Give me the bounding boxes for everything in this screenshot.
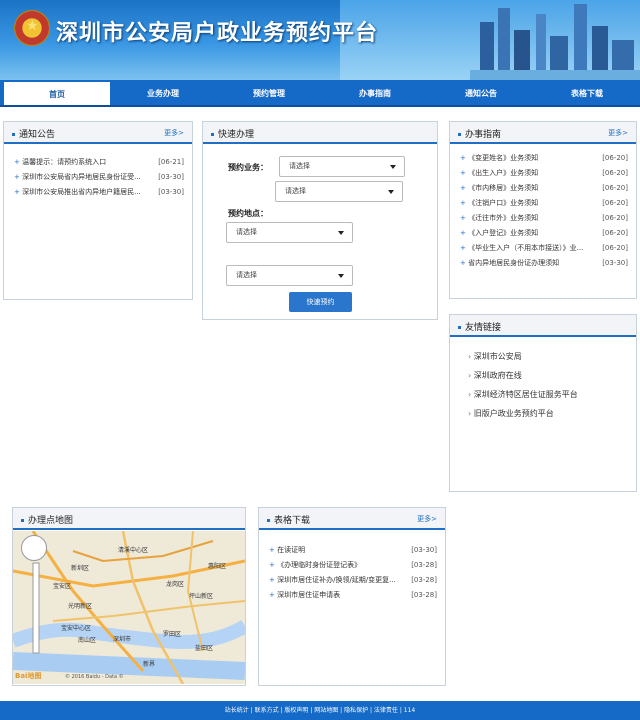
nav-business[interactable]: 业务办理 — [110, 80, 216, 105]
map-label: 盐田区 — [195, 645, 214, 652]
map-label: 罗田区 — [163, 631, 182, 638]
nav-guide[interactable]: 办事指南 — [322, 80, 428, 105]
map-label: 坪山新区 — [189, 593, 214, 600]
city-skyline-image — [470, 4, 640, 80]
place-label: 预约地点： — [228, 209, 268, 218]
main-nav: 首页 业务办理 预约管理 办事指南 通知公告 表格下载 — [0, 80, 640, 107]
chevron-down-icon — [388, 190, 394, 194]
nav-home[interactable]: 首页 — [4, 82, 110, 105]
list-item[interactable]: 温馨提示：请预约系统入口[06-21] — [14, 154, 184, 169]
map-label: 惠阳区 — [208, 563, 227, 570]
nav-notice[interactable]: 通知公告 — [428, 80, 534, 105]
download-panel: 表格下载 更多> 在读证明[03-30] 《办理临时身份证登记表》[03-28]… — [258, 507, 446, 686]
friend-link[interactable]: 深圳经济特区居住证服务平台 — [468, 385, 636, 404]
quick-submit-button[interactable]: 快速预约 — [289, 292, 352, 312]
download-panel-header: 表格下载 更多> — [259, 508, 445, 530]
police-emblem-icon — [14, 10, 50, 46]
list-item[interactable]: 深圳市居住证补办/换领/延期/变更复...[03-28] — [269, 572, 437, 587]
map-label: 新界 — [143, 661, 156, 668]
footer-links[interactable]: 站长统计 | 联系方式 | 版权声明 | 网站地图 | 隐私保护 | 法律责任 … — [225, 707, 415, 714]
map-panel-header: 办理点地图 — [13, 508, 245, 530]
map-pan-control[interactable] — [21, 535, 47, 561]
baidu-logo: Bai地图 — [15, 672, 42, 680]
list-item[interactable]: 深圳市居住证申请表[03-28] — [269, 587, 437, 602]
quick-panel-header: 快速办理 — [203, 122, 437, 144]
list-item[interactable]: 《迁往市外》业务须知[06-20] — [460, 210, 628, 225]
business-label: 预约业务： — [228, 163, 268, 172]
notice-more-link[interactable]: 更多> — [164, 128, 184, 138]
list-item[interactable]: 《市内移居》业务须知[06-20] — [460, 180, 628, 195]
list-item[interactable]: 省内异地居民身份证办理须知[03-30] — [460, 255, 628, 270]
list-item[interactable]: 《入户登记》业务须知[06-20] — [460, 225, 628, 240]
nav-appointment[interactable]: 预约管理 — [216, 80, 322, 105]
map-label: 深圳市 — [113, 636, 132, 643]
map-label: 宝安区 — [53, 583, 72, 590]
notice-panel-header: 通知公告 更多> — [4, 122, 192, 144]
map-copyright: © 2016 Baidu - Data © — [65, 674, 124, 680]
download-list: 在读证明[03-30] 《办理临时身份证登记表》[03-28] 深圳市居住证补办… — [259, 530, 445, 602]
list-item[interactable]: 深圳市公安局推出省内异地户籍居民...[03-30] — [14, 184, 184, 199]
list-item[interactable]: 在读证明[03-30] — [269, 542, 437, 557]
place-subselect[interactable]: 请选择 — [226, 265, 353, 286]
friend-link[interactable]: 深圳政府在线 — [468, 366, 636, 385]
site-title: 深圳市公安局户政业务预约平台 — [56, 20, 379, 46]
download-title: 表格下载 — [267, 513, 310, 526]
site-header: 深圳市公安局户政业务预约平台 — [0, 0, 640, 80]
friend-link[interactable]: 旧版户政业务预约平台 — [468, 404, 636, 423]
list-item[interactable]: 《注销户口》业务须知[06-20] — [460, 195, 628, 210]
list-item[interactable]: 《变更姓名》业务须知[06-20] — [460, 150, 628, 165]
guide-panel: 办事指南 更多> 《变更姓名》业务须知[06-20] 《出生入户》业务须知[06… — [449, 121, 637, 299]
friends-panel-header: 友情链接 — [450, 315, 636, 337]
list-item[interactable]: 《毕业生入户（不用本市接送）》业...[06-20] — [460, 240, 628, 255]
place-select[interactable]: 请选择 — [226, 222, 353, 243]
office-map[interactable]: 清溪中心区 新圳区 宝安区 龙岗区 坪山新区 光明新区 宝安中心区 南山区 深圳… — [13, 531, 245, 684]
business-select[interactable]: 请选择 — [279, 156, 405, 177]
chevron-down-icon — [338, 231, 344, 235]
list-item[interactable]: 《出生入户》业务须知[06-20] — [460, 165, 628, 180]
guide-panel-header: 办事指南 更多> — [450, 122, 636, 144]
friend-link[interactable]: 深圳市公安局 — [468, 347, 636, 366]
site-footer: 站长统计 | 联系方式 | 版权声明 | 网站地图 | 隐私保护 | 法律责任 … — [0, 701, 640, 720]
map-label: 光明新区 — [68, 603, 93, 610]
notice-list: 温馨提示：请预约系统入口[06-21] 深圳市公安局省内异地居民身份证受...[… — [4, 144, 192, 199]
map-label: 龙岗区 — [166, 581, 185, 588]
quick-title: 快速办理 — [211, 127, 254, 140]
friends-title: 友情链接 — [458, 320, 501, 333]
chevron-down-icon — [338, 274, 344, 278]
map-label: 宝安中心区 — [61, 625, 92, 632]
chevron-down-icon — [390, 165, 396, 169]
notice-panel: 通知公告 更多> 温馨提示：请预约系统入口[06-21] 深圳市公安局省内异地居… — [3, 121, 193, 300]
map-label: 南山区 — [78, 637, 97, 644]
friends-panel: 友情链接 深圳市公安局 深圳政府在线 深圳经济特区居住证服务平台 旧版户政业务预… — [449, 314, 637, 492]
map-label: 清溪中心区 — [118, 547, 149, 554]
notice-title: 通知公告 — [12, 127, 55, 140]
list-item[interactable]: 深圳市公安局省内异地居民身份证受...[03-30] — [14, 169, 184, 184]
guide-list: 《变更姓名》业务须知[06-20] 《出生入户》业务须知[06-20] 《市内移… — [450, 144, 636, 270]
map-title: 办理点地图 — [21, 513, 73, 526]
guide-title: 办事指南 — [458, 127, 501, 140]
friends-list: 深圳市公安局 深圳政府在线 深圳经济特区居住证服务平台 旧版户政业务预约平台 — [450, 337, 636, 423]
business-subselect[interactable]: 请选择 — [275, 181, 403, 202]
map-label: 新圳区 — [71, 565, 90, 572]
nav-download[interactable]: 表格下载 — [534, 80, 640, 105]
guide-more-link[interactable]: 更多> — [608, 128, 628, 138]
quick-panel: 快速办理 — [202, 121, 438, 320]
download-more-link[interactable]: 更多> — [417, 514, 437, 524]
list-item[interactable]: 《办理临时身份证登记表》[03-28] — [269, 557, 437, 572]
